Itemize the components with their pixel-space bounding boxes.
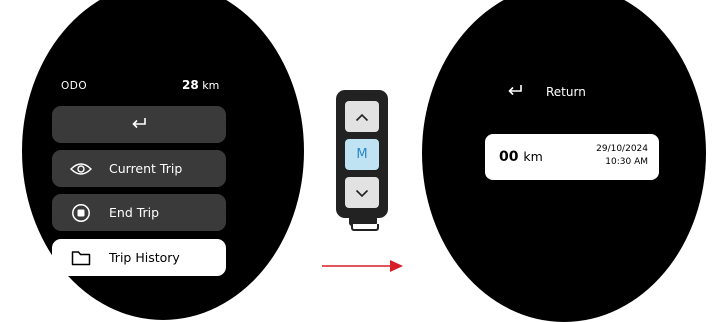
odo-label: ODO	[61, 80, 88, 92]
odo-value: 28	[182, 78, 199, 92]
trip-distance-unit: km	[523, 149, 543, 164]
down-button[interactable]	[345, 177, 379, 208]
odo-readout: 28 km	[182, 78, 219, 92]
back-button[interactable]	[52, 106, 226, 143]
odo-unit: km	[202, 79, 220, 92]
end-trip-label: End Trip	[109, 205, 160, 220]
trip-history-card[interactable]: 00 km 29/10/2024 10:30 AM	[485, 134, 659, 180]
current-trip-label: Current Trip	[109, 161, 183, 176]
chevron-down-icon	[355, 183, 369, 202]
chevron-up-icon	[355, 107, 369, 126]
return-label: Return	[546, 84, 586, 99]
up-button[interactable]	[345, 101, 379, 132]
return-arrow-icon	[130, 115, 148, 134]
stop-circle-icon	[70, 202, 92, 224]
trip-time: 10:30 AM	[605, 157, 648, 167]
current-trip-button[interactable]: Current Trip	[52, 150, 226, 187]
trip-datetime: 29/10/2024 10:30 AM	[596, 143, 648, 169]
handlebar-controller: M	[336, 90, 388, 218]
mode-label: M	[356, 147, 368, 162]
eye-icon	[70, 158, 92, 180]
folder-icon	[70, 247, 92, 269]
return-arrow-icon	[506, 82, 524, 101]
flow-arrow-icon	[322, 258, 404, 277]
trip-history-button[interactable]: Trip History	[52, 239, 226, 276]
return-button[interactable]: Return	[506, 82, 586, 101]
end-trip-button[interactable]: End Trip	[52, 194, 226, 231]
trip-distance-value: 00	[499, 149, 519, 165]
trip-history-label: Trip History	[109, 250, 180, 265]
trip-distance: 00 km	[499, 149, 543, 165]
trip-date: 29/10/2024	[596, 144, 648, 154]
controller-mount-base	[351, 224, 379, 231]
mode-button[interactable]: M	[345, 139, 379, 170]
